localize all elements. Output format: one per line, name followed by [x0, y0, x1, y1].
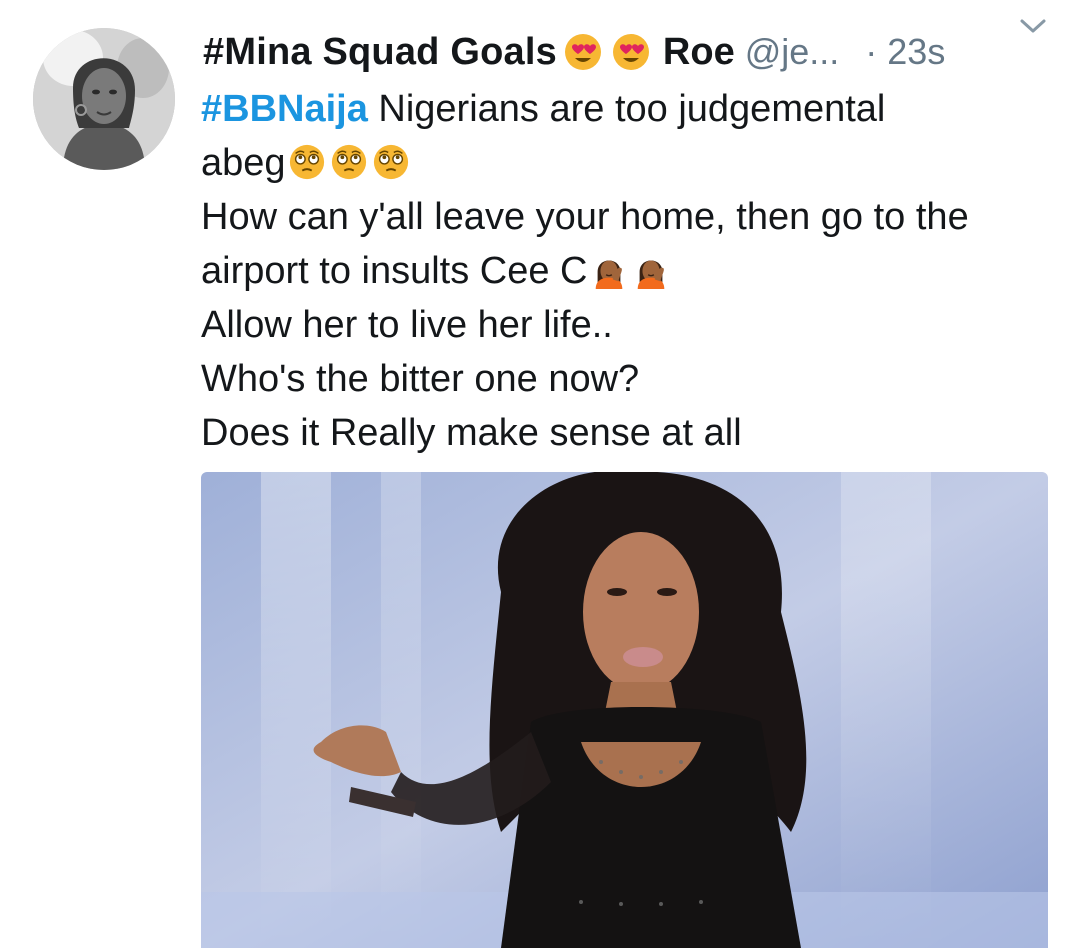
tweet-line-4-text: airport to insults Cee C [201, 250, 588, 292]
tweet-line-3: How can y'all leave your home, then go t… [201, 196, 969, 238]
heart-eyes-emoji [612, 34, 649, 70]
heart-eyes-emoji [564, 34, 601, 70]
display-name-suffix[interactable]: Roe [663, 31, 735, 74]
tweet-line-4: airport to insults Cee C [201, 244, 1061, 298]
tweet-line-5: Allow her to live her life.. [201, 304, 613, 346]
media-photo [201, 472, 1048, 948]
chevron-down-icon[interactable] [1018, 14, 1048, 38]
tweet-media-image[interactable] [201, 472, 1048, 948]
tweet-card[interactable]: #Mina Squad Goals Roe @je... · 23s #BBNa… [0, 0, 1080, 948]
tweet-line-2: abeg [201, 136, 1061, 190]
face-palm-emoji [637, 260, 664, 289]
hashtag-link[interactable]: #BBNaija [201, 88, 368, 130]
flushed-face-emoji [331, 144, 366, 180]
tweet-line-1: #BBNaija Nigerians are too judgemental [201, 82, 1061, 136]
flushed-face-emoji [373, 144, 408, 180]
avatar-image [33, 28, 175, 170]
tweet-line-6: Who's the bitter one now? [201, 358, 640, 400]
flushed-face-emoji [289, 144, 324, 180]
display-name[interactable]: #Mina Squad Goals [203, 31, 557, 74]
face-palm-emoji [595, 260, 622, 289]
tweet-line-7: Does it Really make sense at all [201, 412, 742, 454]
avatar[interactable] [33, 28, 175, 170]
tweet-line-2-text: abeg [201, 142, 286, 184]
tweet-header: #Mina Squad Goals Roe @je... · 23s [203, 24, 1063, 80]
tweet-line-1-text: Nigerians are too judgemental [367, 88, 886, 130]
timestamp[interactable]: · 23s [865, 31, 945, 73]
user-handle[interactable]: @je... [745, 31, 840, 73]
tweet-text: #BBNaija Nigerians are too judgemental a… [201, 82, 1061, 460]
